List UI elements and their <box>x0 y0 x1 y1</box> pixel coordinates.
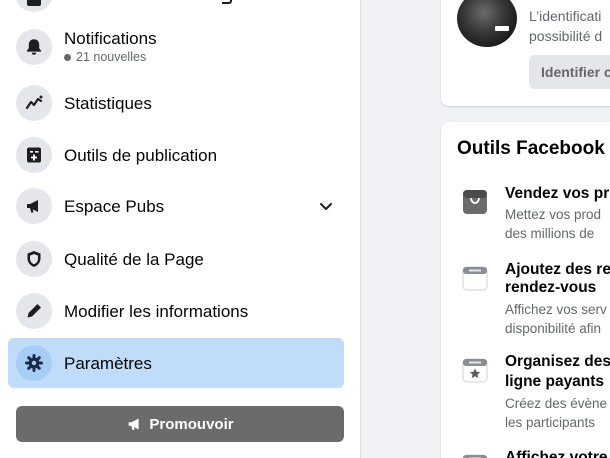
tool-title: Affichez votre <box>505 449 608 458</box>
sidebar-item-ad-center[interactable]: Espace Pubs <box>8 180 344 232</box>
sidebar-item-label: Statistiques <box>64 93 152 113</box>
facebook-tools-card: Outils Facebook Vendez vos pr Mettez vos… <box>441 122 610 458</box>
shop-bag-icon <box>463 190 487 214</box>
gear-icon <box>16 345 52 381</box>
tool-title: ligne payants <box>505 373 605 390</box>
tools-card-title: Outils Facebook <box>457 138 605 159</box>
sidebar-item-insights[interactable]: Statistiques <box>8 77 344 129</box>
tool-description: Créez des évène <box>505 396 608 411</box>
bell-icon <box>16 29 52 65</box>
tool-title: Vendez vos pr <box>505 185 610 202</box>
shield-icon <box>16 241 52 277</box>
sidebar-item-edit-info[interactable]: Modifier les informations <box>8 285 344 337</box>
pencil-icon <box>16 293 52 329</box>
identify-card: L’identificati possibilité d Identifier … <box>441 0 610 106</box>
tool-title: Ajoutez des re <box>505 261 610 278</box>
sidebar-item-page-quality[interactable]: Qualité de la Page <box>8 233 344 285</box>
tool-title: Organisez des <box>505 353 610 370</box>
sidebar-item-label: Espace Pubs <box>64 196 165 216</box>
identify-card-text: L’identificati possibilité d <box>529 8 603 44</box>
page-profile-picture <box>457 0 517 47</box>
tool-description: les participants <box>505 415 596 430</box>
megaphone-icon <box>129 418 140 430</box>
megaphone-icon <box>16 188 52 224</box>
unread-dot-icon <box>64 54 71 61</box>
chevron-down-icon[interactable] <box>318 198 334 214</box>
tool-description: Mettez vos prod <box>505 207 602 222</box>
chart-line-icon <box>16 85 52 121</box>
sidebar-item-label: Paramètres <box>64 353 152 373</box>
sidebar-top-item-fragment <box>222 0 232 4</box>
promote-button[interactable]: Promouvoir <box>16 406 344 442</box>
calendar-icon <box>462 266 488 291</box>
event-star-icon <box>462 358 488 383</box>
sidebar-item-label: Outils de publication <box>64 145 218 165</box>
notification-count: 21 nouvelles <box>64 49 157 66</box>
tool-description: disponibilité afin <box>505 321 602 336</box>
sidebar-item-notifications[interactable]: Notifications 21 nouvelles <box>8 21 344 73</box>
sidebar-item-label: Modifier les informations <box>64 301 249 321</box>
tool-title: rendez-vous <box>505 279 597 296</box>
promote-button-label: Promouvoir <box>149 415 234 433</box>
identify-button[interactable]: Identifier c <box>529 55 610 89</box>
tool-description: Affichez vos serv <box>505 302 607 317</box>
tool-description: des millions de <box>505 226 595 241</box>
calendar-icon <box>462 454 488 458</box>
sidebar-item-label: Qualité de la Page <box>64 249 204 269</box>
page-sidebar: Notifications 21 nouvelles Statistiques … <box>0 0 361 458</box>
sidebar-item-publishing-tools[interactable]: Outils de publication <box>8 129 344 181</box>
sidebar-top-item-icon[interactable] <box>16 0 52 12</box>
publishing-tools-icon <box>16 137 52 173</box>
sidebar-item-settings[interactable]: Paramètres <box>8 338 344 388</box>
sidebar-item-label: Notifications <box>64 29 157 48</box>
